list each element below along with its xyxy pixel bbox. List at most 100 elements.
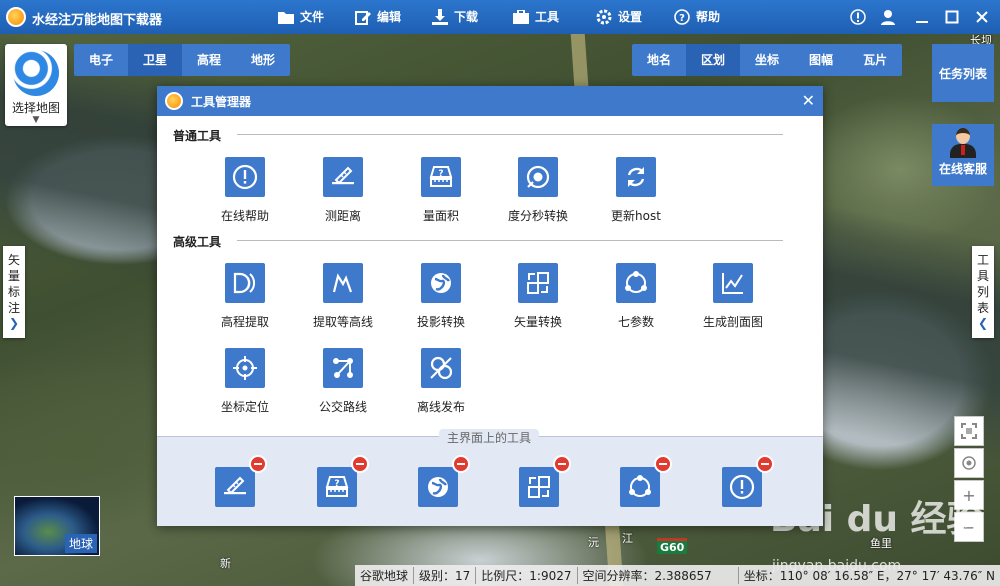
fav-tool-projection[interactable] xyxy=(418,455,470,507)
tool-projection-convert[interactable]: 投影转换 xyxy=(396,263,486,330)
menu-edit[interactable]: 编辑 xyxy=(355,8,401,25)
tab-elevation[interactable]: 高程 xyxy=(182,44,236,76)
chevron-right-icon: ❯ xyxy=(8,316,20,330)
tool-list-tab[interactable]: 工 具 列 表 ❮ xyxy=(972,246,994,338)
tab-map-sheet[interactable]: 图幅 xyxy=(794,44,848,76)
chevron-left-icon: ❮ xyxy=(977,316,989,330)
fav-tool-seven-params[interactable] xyxy=(620,455,672,507)
menu-settings[interactable]: 设置 xyxy=(596,8,642,25)
help-circle-icon xyxy=(225,157,265,197)
task-list-button[interactable]: 任务列表 xyxy=(932,44,994,102)
tool-update-host[interactable]: 更新host xyxy=(591,157,681,224)
refresh-icon xyxy=(616,157,656,197)
info-icon[interactable] xyxy=(848,7,868,27)
tool-label: 测距离 xyxy=(324,209,361,223)
remove-icon[interactable] xyxy=(351,455,369,473)
locate-icon[interactable] xyxy=(954,448,984,478)
tool-dms-convert[interactable]: 度分秒转换 xyxy=(493,157,583,224)
tool-seven-params[interactable]: 七参数 xyxy=(591,263,681,330)
vector-annotation-tab[interactable]: 矢 量 标 注 ❯ xyxy=(3,246,25,338)
tab-tile[interactable]: 瓦片 xyxy=(848,44,902,76)
user-icon[interactable] xyxy=(878,7,898,27)
profile-chart-icon xyxy=(713,263,753,303)
map-type-tabs: 电子 卫星 高程 地形 xyxy=(74,44,291,76)
menu-tools[interactable]: 工具 xyxy=(513,8,559,25)
earth-view-button[interactable]: 地球 xyxy=(14,496,100,556)
download-icon xyxy=(432,8,448,25)
area-measure-icon: ? xyxy=(325,476,349,497)
region-tabs: 地名 区划 坐标 图幅 瓦片 xyxy=(632,44,903,76)
menu-file-label: 文件 xyxy=(300,10,325,24)
menu-download[interactable]: 下载 xyxy=(432,8,478,25)
edit-icon xyxy=(355,9,371,25)
menu-help[interactable]: ? 帮助 xyxy=(674,8,720,25)
globe-projection-icon xyxy=(421,263,461,303)
gear-icon xyxy=(596,9,612,25)
fav-tool-ruler[interactable] xyxy=(215,455,267,507)
tool-label: 七参数 xyxy=(617,315,654,329)
menu-file[interactable]: 文件 xyxy=(278,8,324,25)
fav-tool-vector-convert[interactable] xyxy=(519,455,571,507)
fav-tool-online-help[interactable] xyxy=(722,455,774,507)
select-map-button[interactable]: 选择地图 ▼ xyxy=(5,44,67,126)
tool-vector-convert[interactable]: 矢量转换 xyxy=(493,263,583,330)
tool-online-help[interactable]: 在线帮助 xyxy=(200,157,290,224)
tool-label: 坐标定位 xyxy=(220,400,269,414)
toolbox-icon xyxy=(513,9,529,25)
svg-text:?: ? xyxy=(438,169,443,179)
tool-bus-route[interactable]: 公交路线 xyxy=(298,348,388,415)
tab-division[interactable]: 区划 xyxy=(686,44,741,76)
tool-measure-area[interactable]: ? 量面积 xyxy=(396,157,486,224)
remove-icon[interactable] xyxy=(553,455,571,473)
tool-label: 离线发布 xyxy=(416,400,465,414)
menu-help-label: 帮助 xyxy=(696,10,721,24)
online-service-button[interactable]: 在线客服 xyxy=(932,124,994,186)
tab-terrain[interactable]: 地形 xyxy=(236,44,290,76)
status-scale: 比例尺：1:9027 xyxy=(476,567,578,584)
tool-coordinate-locate[interactable]: 坐标定位 xyxy=(200,348,290,415)
tool-measure-distance[interactable]: 测距离 xyxy=(298,157,388,224)
ruler-icon xyxy=(224,476,246,495)
status-bar: 谷歌地球 级别：17 比例尺：1:9027 空间分辨率：2.388657 坐标：… xyxy=(355,565,1000,586)
remove-icon[interactable] xyxy=(452,455,470,473)
elevation-icon xyxy=(225,263,265,303)
tool-extract-contour[interactable]: 提取等高线 xyxy=(298,263,388,330)
tab-place-name[interactable]: 地名 xyxy=(632,44,686,76)
customer-service-avatar-icon xyxy=(949,128,977,158)
fav-tool-area[interactable]: ? xyxy=(317,455,369,507)
map-label-river-1: 沅 xyxy=(588,536,599,549)
caret-down-icon: ▼ xyxy=(32,115,40,125)
tab-satellite[interactable]: 卫星 xyxy=(128,44,183,76)
remove-icon[interactable] xyxy=(654,455,672,473)
status-resolution: 空间分辨率：2.388657 xyxy=(578,567,739,584)
app-logo-icon xyxy=(165,92,183,110)
app-logo-icon xyxy=(6,7,26,27)
close-icon[interactable] xyxy=(972,7,992,27)
tool-list-char: 工 xyxy=(976,253,989,267)
tab-coordinate[interactable]: 坐标 xyxy=(740,44,794,76)
tool-label: 更新host xyxy=(611,209,661,223)
select-map-label: 选择地图 xyxy=(11,101,60,115)
remove-icon[interactable] xyxy=(756,455,774,473)
vector-annotation-char: 矢 xyxy=(7,253,20,267)
svg-text:?: ? xyxy=(334,479,339,489)
menu-tools-label: 工具 xyxy=(535,10,560,24)
minimize-icon[interactable] xyxy=(912,7,932,27)
title-bar: 水经注万能地图下载器 文件 编辑 下载 工具 设置 ? 帮助 xyxy=(0,0,1000,34)
globe-projection-icon xyxy=(428,477,448,497)
tool-list-char: 表 xyxy=(976,301,989,315)
dialog-close-icon[interactable]: ✕ xyxy=(802,91,815,110)
seven-params-icon xyxy=(629,475,651,497)
tool-offline-publish[interactable]: 离线发布 xyxy=(396,348,486,415)
tool-profile-chart[interactable]: 生成剖面图 xyxy=(688,263,778,330)
remove-icon[interactable] xyxy=(249,455,267,473)
tool-elevation-extract[interactable]: 高程提取 xyxy=(200,263,290,330)
maximize-icon[interactable] xyxy=(942,7,962,27)
vector-annotation-char: 量 xyxy=(7,269,20,283)
tab-electronic[interactable]: 电子 xyxy=(74,44,128,76)
tool-label: 量面积 xyxy=(422,209,459,223)
fullscreen-icon[interactable] xyxy=(954,416,984,446)
tool-manager-dialog: 工具管理器 ✕ 普通工具 在线帮助 测距离 ? 量面积 度分秒转换 更新host… xyxy=(157,86,823,526)
main-ui-tools-title: 主界面上的工具 xyxy=(439,429,540,446)
contour-icon xyxy=(323,263,363,303)
